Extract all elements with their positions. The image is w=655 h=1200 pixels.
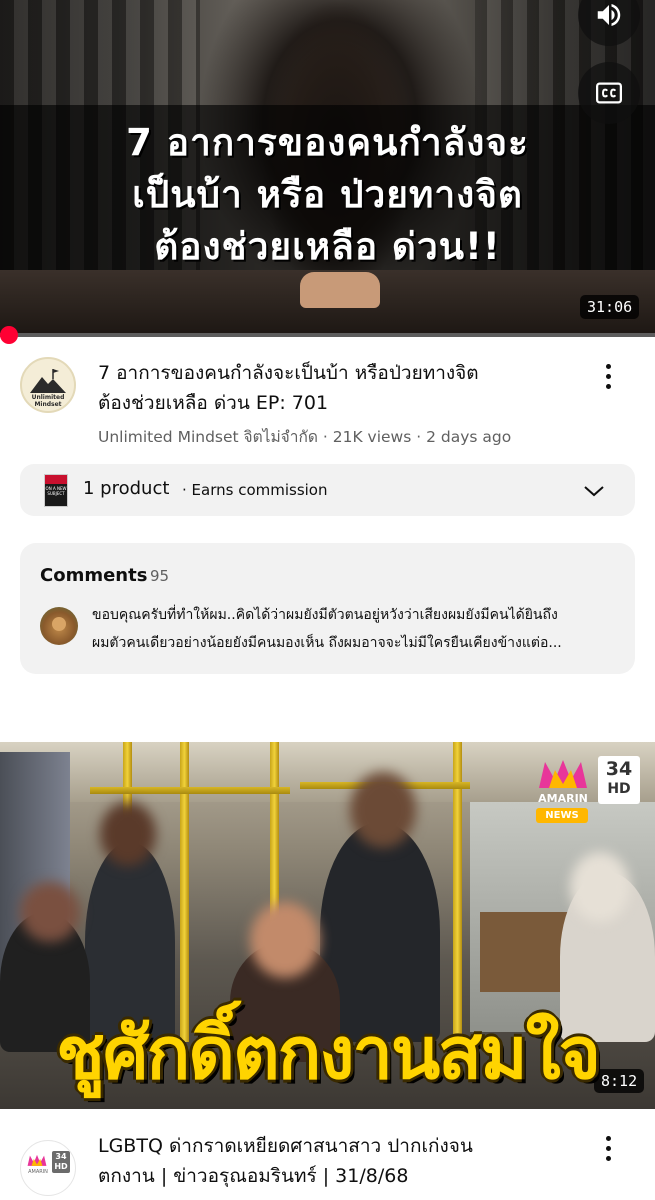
more-vert-icon-dot — [605, 1145, 611, 1151]
channel-avatar[interactable]: Unlimited Mindset — [20, 357, 76, 413]
more-options-button[interactable] — [598, 356, 618, 396]
progress-scrubber[interactable] — [0, 326, 18, 344]
video-title-line: ต้องช่วยเหลือ ด่วน EP: 701 — [98, 392, 329, 414]
product-count: 1 product — [83, 478, 170, 499]
meta-separator: · — [322, 428, 333, 446]
product-thumbnail: ON A NEW SUBJECT — [44, 474, 68, 507]
avatar-brand-line: Mindset — [34, 401, 62, 408]
comments-count: 95 — [150, 567, 170, 585]
comments-heading: Comments — [40, 565, 148, 586]
video-title[interactable]: LGBTQ ด่ากราดเหยียดศาสนาสาว ปากเก่งจน ตก… — [98, 1131, 568, 1191]
channel-hd: HD — [607, 781, 631, 797]
channel-avatar[interactable]: AMARIN 34 HD — [20, 1140, 76, 1196]
thumbnail-feet — [300, 272, 380, 308]
comment-preview: ขอบคุณครับที่ทำให้ผม..คิดได้ว่าผมยังมีตั… — [92, 601, 622, 657]
amarin-news-badge: NEWS — [536, 808, 588, 823]
video-player[interactable]: 7 อาการของคนกำลังจะ เป็นบ้า หรือ ป่วยทาง… — [0, 0, 655, 333]
upload-age: 2 days ago — [426, 428, 512, 446]
product-thumb-text: ON A NEW SUBJECT — [45, 486, 67, 496]
channel-number-badge: 34 HD — [598, 756, 640, 804]
amarin-logo: AMARIN NEWS — [532, 754, 594, 826]
more-vert-icon — [605, 363, 611, 369]
video-title-line: LGBTQ ด่ากราดเหยียดศาสนาสาว ปากเก่งจน — [98, 1135, 473, 1157]
avatar-brand: AMARIN — [28, 1169, 48, 1175]
avatar-channel-number: 34 — [55, 1152, 67, 1161]
meta-separator: · — [416, 428, 427, 446]
more-vert-icon — [605, 1135, 611, 1141]
video-title-line: ตกงาน | ข่าวอรุณอมรินทร์ | 31/8/68 — [98, 1165, 409, 1187]
amarin-crown-icon — [27, 1154, 47, 1166]
thumbnail-title-line: เป็นบ้า หรือ ป่วยทางจิต — [132, 173, 523, 216]
product-shelf-row[interactable]: ON A NEW SUBJECT 1 product · Earns commi… — [20, 464, 635, 516]
more-vert-icon-dot — [605, 383, 611, 389]
comment-preview-line: ขอบคุณครับที่ทำให้ผม..คิดได้ว่าผมยังมีตั… — [92, 607, 558, 623]
video-title[interactable]: 7 อาการของคนกำลังจะเป็นบ้า หรือป่วยทางจิ… — [98, 358, 568, 418]
more-options-button[interactable] — [598, 1128, 618, 1168]
closed-captions-icon — [596, 82, 622, 104]
train-rail — [90, 787, 290, 794]
video-title-line: 7 อาการของคนกำลังจะเป็นบ้า หรือป่วยทางจิ… — [98, 362, 479, 384]
more-vert-icon-dot — [605, 1155, 611, 1161]
thumbnail-title-line: 7 อาการของคนกำลังจะ — [126, 121, 529, 164]
commenter-avatar — [40, 607, 78, 645]
amarin-wordmark: AMARIN — [538, 792, 588, 805]
earns-commission-note: · Earns commission — [182, 481, 328, 499]
video-metadata: Unlimited Mindset จิตไม่จำกัด · 21K view… — [98, 424, 511, 449]
video-duration: 31:06 — [580, 295, 640, 319]
avatar-channel-hd: HD — [54, 1162, 68, 1171]
captions-button[interactable] — [578, 62, 640, 124]
blurred-face — [100, 802, 156, 866]
thumbnail-title-line: ต้องช่วยเหลือ ด่วน!! — [154, 225, 501, 268]
comments-section[interactable]: Comments 95 ขอบคุณครับที่ทำให้ผม..คิดได้… — [20, 543, 635, 674]
train-cabinet — [480, 912, 570, 992]
view-count: 21K views — [332, 428, 412, 446]
blurred-face — [350, 772, 416, 848]
blurred-face — [20, 882, 80, 942]
avatar-brand-line: Unlimited — [31, 394, 65, 401]
comment-preview-line: ผมตัวคนเดียวอย่างน้อยยังมีคนมองเห็น ถึงผ… — [92, 635, 562, 651]
thumbnail-caption: ชูศักดิ์ตกงานสมใจ — [56, 1011, 601, 1095]
more-vert-icon-dot — [605, 373, 611, 379]
amarin-crown-icon — [539, 760, 587, 788]
volume-icon — [597, 4, 621, 27]
progress-bar[interactable] — [0, 333, 655, 337]
channel-number: 34 — [605, 758, 633, 780]
channel-name[interactable]: Unlimited Mindset จิตไม่จำกัด — [98, 428, 318, 446]
chevron-down-icon[interactable] — [582, 479, 606, 503]
blurred-face — [570, 852, 630, 922]
blurred-face — [250, 902, 320, 978]
avatar-channel-badge: 34 HD — [52, 1151, 70, 1173]
